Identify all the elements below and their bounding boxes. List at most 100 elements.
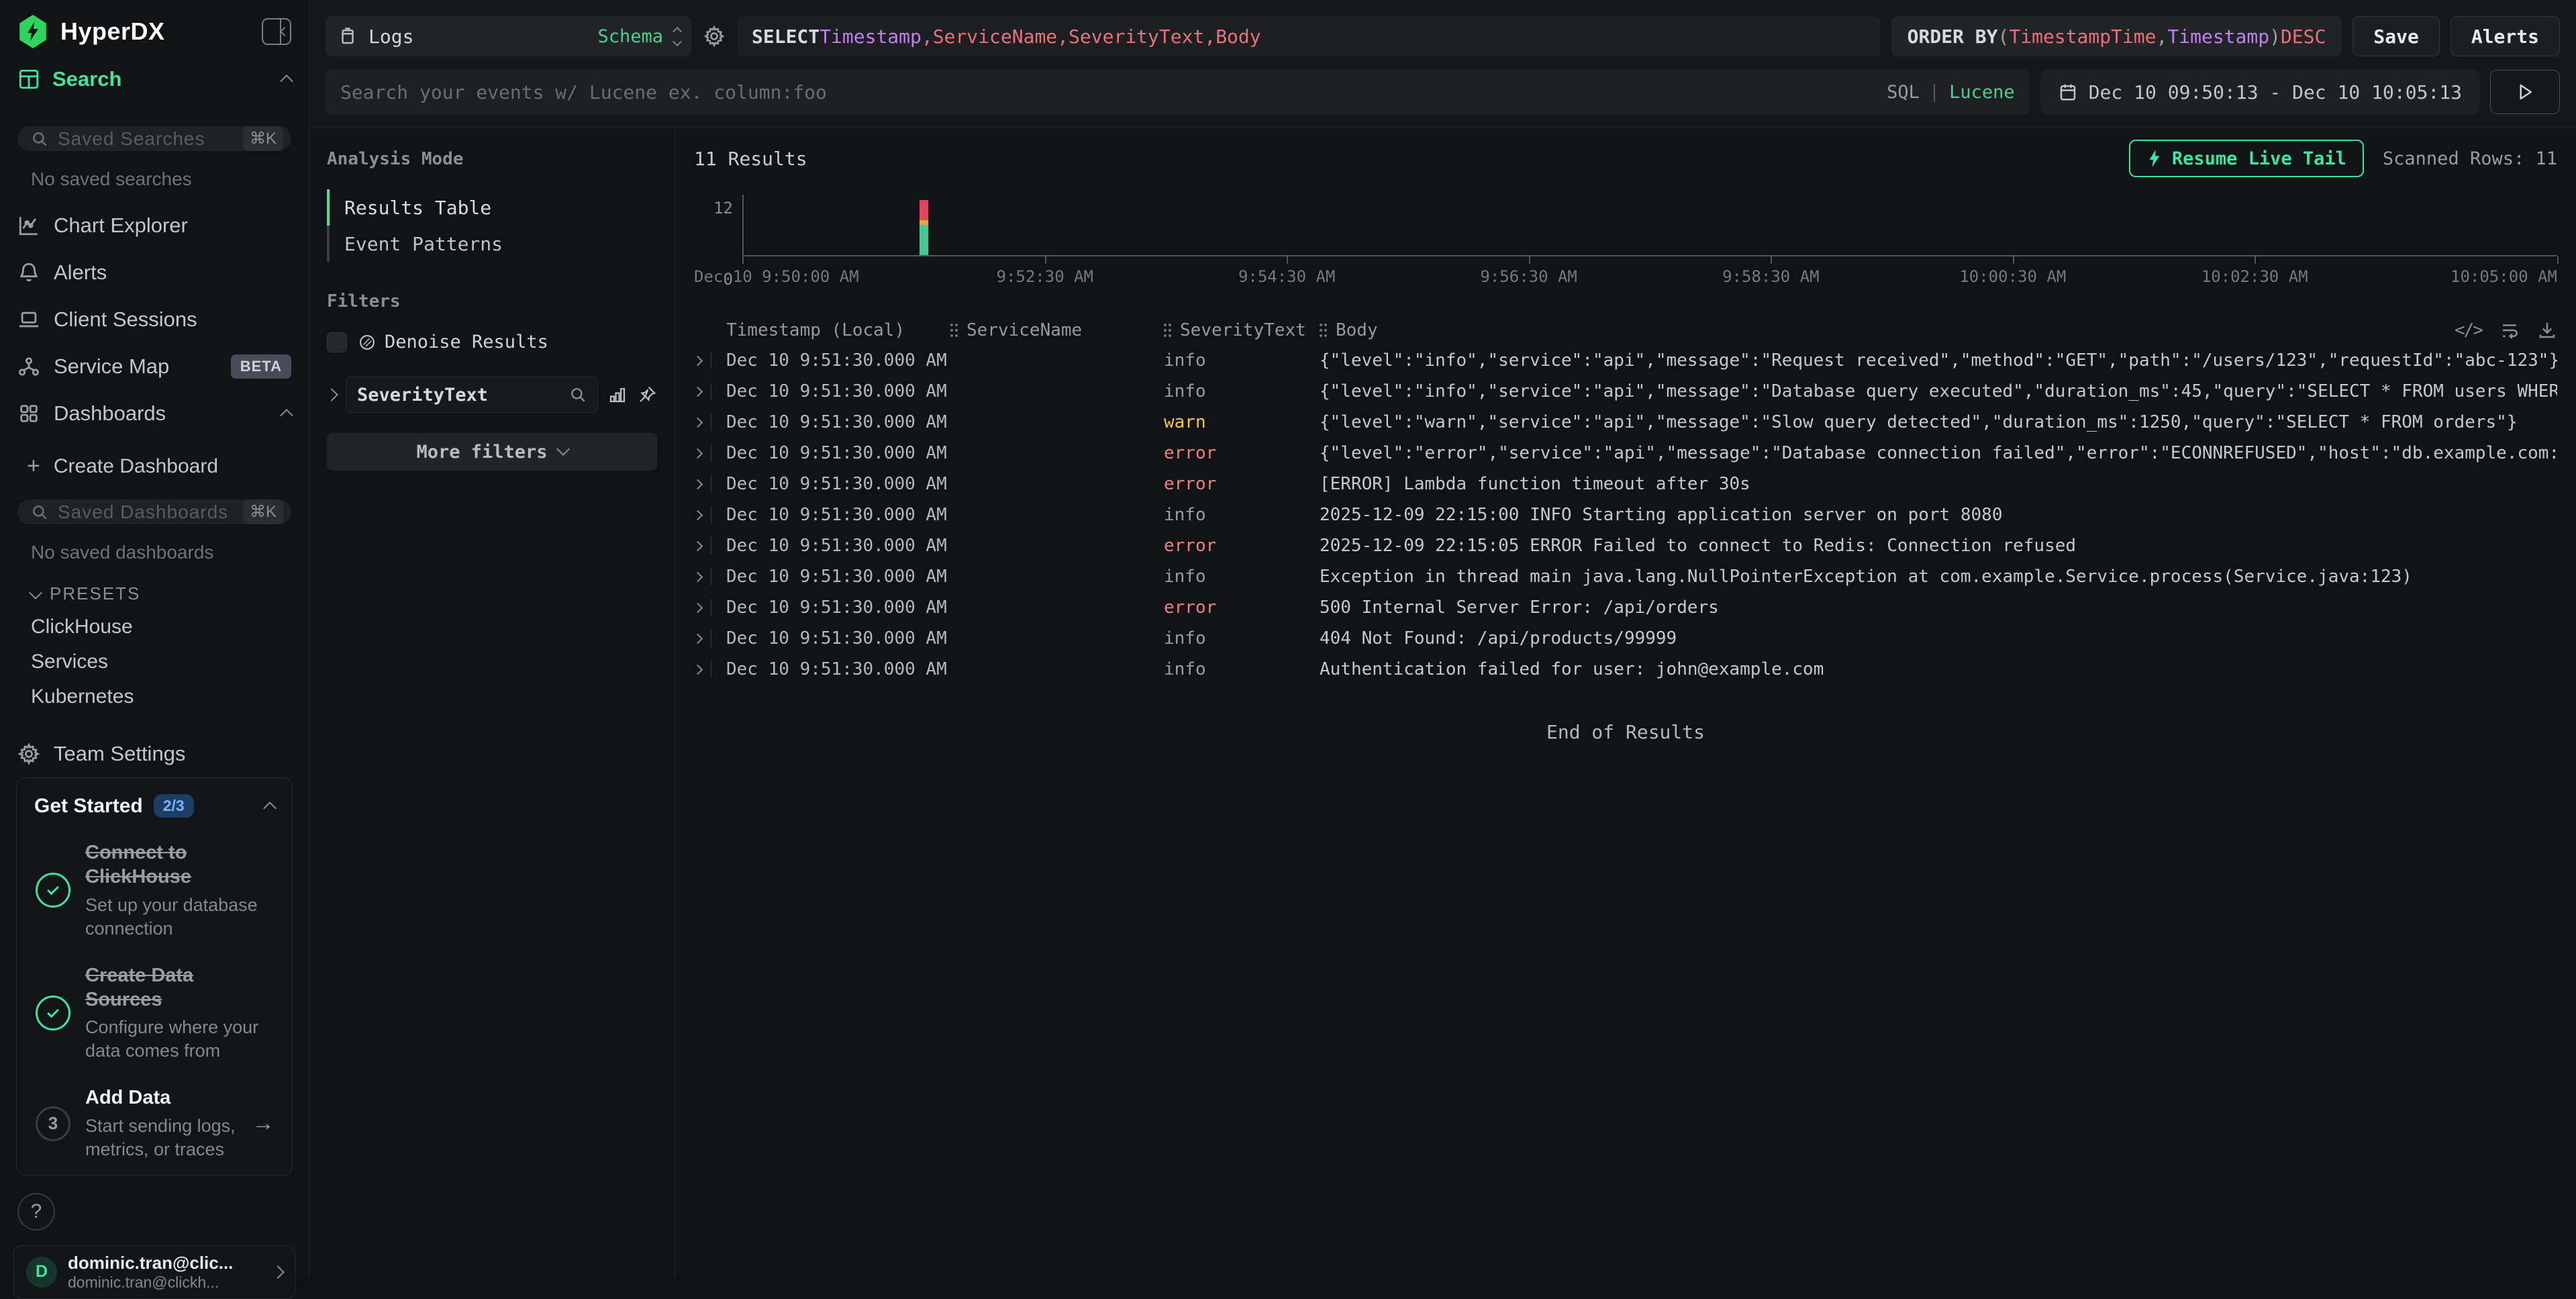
sql-token: SELECT <box>752 26 820 48</box>
log-table-row[interactable]: Dec 10 9:51:30.000 AM info {"level":"inf… <box>694 376 2557 407</box>
create-dashboard-button[interactable]: + Create Dashboard <box>0 437 309 482</box>
saved-searches-input[interactable]: Saved Searches ⌘K <box>17 126 291 151</box>
check-circle-icon <box>36 996 70 1030</box>
time-range-picker[interactable]: Dec 10 09:50:13 - Dec 10 10:05:13 <box>2040 70 2479 114</box>
chart-bar[interactable] <box>920 195 928 255</box>
arrow-right-icon: → <box>252 1110 275 1137</box>
sql-mode-label[interactable]: SQL <box>1887 82 1920 103</box>
query-language-toggle[interactable]: SQL | Lucene <box>1887 82 2015 103</box>
order-by-input[interactable]: ORDER BY (TimestampTime, Timestamp) DESC <box>1891 16 2342 56</box>
preset-dashboard-link[interactable]: Kubernetes <box>0 679 309 714</box>
expand-row-icon[interactable] <box>693 386 703 397</box>
sidebar-collapse-icon[interactable] <box>262 18 291 45</box>
select-query-input[interactable]: SELECT Timestamp,ServiceName,SeverityTex… <box>737 16 1881 56</box>
drag-handle-icon[interactable] <box>950 324 953 326</box>
denoise-checkbox[interactable] <box>327 332 347 352</box>
x-axis-tick-label: 10:02:30 AM <box>2201 267 2308 286</box>
alerts-button[interactable]: Alerts <box>2450 16 2560 56</box>
search-icon <box>31 503 48 521</box>
expand-row-icon[interactable] <box>693 664 703 675</box>
sidebar-item-team-settings[interactable]: Team Settings <box>0 730 309 777</box>
row-severity: error <box>1164 597 1320 618</box>
sidebar-item-label: Service Map <box>54 354 217 379</box>
code-view-icon[interactable]: </> <box>2455 320 2482 340</box>
chart-plot-area[interactable] <box>742 195 2557 256</box>
log-table-row[interactable]: Dec 10 9:51:30.000 AM info Authenticatio… <box>694 654 2557 685</box>
get-started-step-2[interactable]: Create Data Sources Configure where your… <box>34 963 275 1063</box>
x-axis-labels: Dec 10 9:50:00 AM 9:52:30 AM 9:54:30 AM … <box>742 267 2557 289</box>
expand-row-icon[interactable] <box>693 510 703 520</box>
col-severitytext[interactable]: SeverityText <box>1164 320 1320 340</box>
col-timestamp[interactable]: Timestamp (Local) <box>726 320 950 340</box>
log-table-row[interactable]: Dec 10 9:51:30.000 AM info {"level":"inf… <box>694 345 2557 376</box>
log-table-row[interactable]: Dec 10 9:51:30.000 AM error 500 Internal… <box>694 592 2557 623</box>
expand-row-icon[interactable] <box>693 448 703 459</box>
log-table-row[interactable]: Dec 10 9:51:30.000 AM error 2025-12-09 2… <box>694 530 2557 561</box>
severity-filter-field[interactable]: SeverityText <box>346 377 598 413</box>
presets-toggle[interactable]: PRESETS <box>0 566 309 610</box>
mode-results-table[interactable]: Results Table <box>327 189 657 226</box>
get-started-step-1[interactable]: Connect to ClickHouse Set up your databa… <box>34 840 275 941</box>
log-table-row[interactable]: Dec 10 9:51:30.000 AM error {"level":"er… <box>694 438 2557 469</box>
col-body[interactable]: Body <box>1320 320 2557 340</box>
log-table-row[interactable]: Dec 10 9:51:30.000 AM error [ERROR] Lamb… <box>694 469 2557 499</box>
row-timestamp: Dec 10 9:51:30.000 AM <box>726 628 950 648</box>
col-servicename[interactable]: ServiceName <box>950 320 1164 340</box>
bar-segment-warn <box>920 220 928 226</box>
step-title: Connect to ClickHouse <box>85 840 253 889</box>
source-select[interactable]: Logs Schema <box>326 16 691 56</box>
saved-dashboards-input[interactable]: Saved Dashboards ⌘K <box>17 499 291 524</box>
chart-toggle-icon[interactable] <box>607 385 628 405</box>
sidebar-item-search[interactable]: Search <box>0 48 309 109</box>
user-profile[interactable]: D dominic.tran@clic... dominic.tran@clic… <box>13 1245 295 1299</box>
mode-event-patterns[interactable]: Event Patterns <box>327 226 657 262</box>
expand-row-icon[interactable] <box>693 571 703 582</box>
preset-dashboard-link[interactable]: ClickHouse <box>0 610 309 644</box>
resume-live-tail-button[interactable]: Resume Live Tail <box>2129 140 2364 177</box>
sidebar-item-label: Client Sessions <box>54 307 291 332</box>
log-table-row[interactable]: Dec 10 9:51:30.000 AM info Exception in … <box>694 561 2557 592</box>
sidebar-item-service-map[interactable]: Service Map BETA <box>0 343 309 390</box>
expand-row-icon[interactable] <box>693 602 703 613</box>
sql-token: , <box>2157 26 2168 48</box>
chevron-down-icon <box>29 586 42 599</box>
x-axis-tick-label: 10:00:30 AM <box>1959 267 2066 286</box>
get-started-step-3[interactable]: 3 Add Data Start sending logs, metrics, … <box>34 1086 275 1161</box>
expand-filter-icon[interactable] <box>325 388 338 401</box>
chevron-up-icon <box>280 75 293 88</box>
chevron-up-icon[interactable] <box>263 802 277 815</box>
help-button[interactable]: ? <box>17 1193 55 1231</box>
row-body: [ERROR] Lambda function timeout after 30… <box>1320 474 2557 494</box>
log-table-row[interactable]: Dec 10 9:51:30.000 AM warn {"level":"war… <box>694 407 2557 438</box>
more-filters-button[interactable]: More filters <box>327 433 657 471</box>
sidebar-item-chart-explorer[interactable]: Chart Explorer <box>0 202 309 249</box>
expand-row-icon[interactable] <box>693 479 703 489</box>
row-body: {"level":"info","service":"api","message… <box>1320 350 2557 371</box>
preset-dashboard-link[interactable]: Services <box>0 644 309 679</box>
log-table-row[interactable]: Dec 10 9:51:30.000 AM info 2025-12-09 22… <box>694 499 2557 530</box>
event-search-input[interactable]: Search your events w/ Lucene ex. column:… <box>326 70 2030 114</box>
download-icon[interactable] <box>2537 320 2557 340</box>
sidebar-item-alerts[interactable]: Alerts <box>0 249 309 296</box>
wrap-lines-icon[interactable] <box>2499 320 2520 340</box>
save-button[interactable]: Save <box>2352 16 2439 56</box>
saved-searches-placeholder: Saved Searches <box>58 128 234 150</box>
events-histogram[interactable]: 12 0 <box>694 195 2557 289</box>
sidebar-item-dashboards[interactable]: Dashboards <box>0 390 309 437</box>
source-settings-gear-icon[interactable] <box>702 24 726 48</box>
sidebar-item-client-sessions[interactable]: Client Sessions <box>0 296 309 343</box>
pin-icon[interactable] <box>637 385 657 405</box>
sql-token: ServiceName <box>933 26 1057 48</box>
expand-row-icon[interactable] <box>693 540 703 551</box>
expand-row-icon[interactable] <box>693 633 703 644</box>
expand-row-icon[interactable] <box>693 417 703 428</box>
row-timestamp: Dec 10 9:51:30.000 AM <box>726 474 950 494</box>
expand-row-icon[interactable] <box>693 355 703 366</box>
chevron-down-icon <box>556 442 570 456</box>
log-table-row[interactable]: Dec 10 9:51:30.000 AM info 404 Not Found… <box>694 623 2557 654</box>
lucene-mode-label[interactable]: Lucene <box>1949 82 2015 103</box>
drag-handle-icon[interactable] <box>1320 324 1322 326</box>
search-icon[interactable] <box>569 386 587 403</box>
drag-handle-icon[interactable] <box>1164 324 1167 326</box>
run-query-button[interactable] <box>2490 70 2560 114</box>
